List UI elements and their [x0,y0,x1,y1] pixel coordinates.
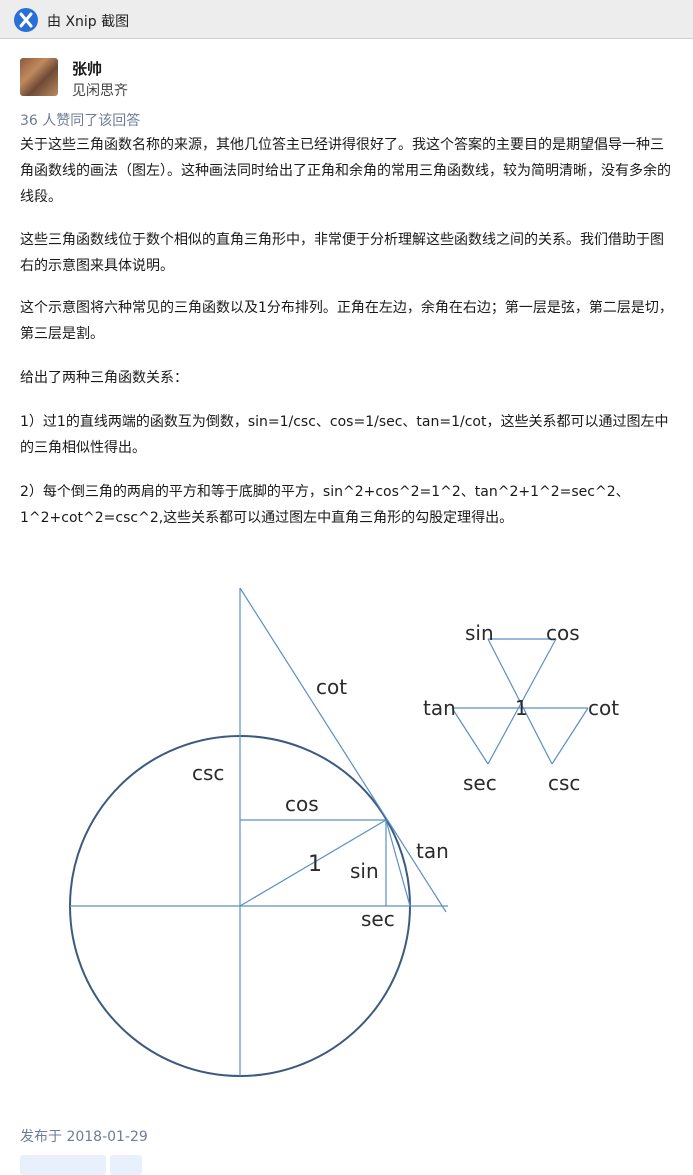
paragraph-relations-heading: 给出了两种三角函数关系： [20,370,188,386]
likes-count[interactable]: 36 人赞同了该回答 [20,110,140,130]
hex-label-cos: cos [546,621,580,645]
hex-label-cot: cot [588,696,619,720]
paragraph-reciprocal: 1）过1的直线两端的函数互为倒数，sin=1/csc、cos=1/sec、tan… [20,414,669,456]
downvote-button[interactable] [110,1155,142,1175]
author-name[interactable]: 张帅 [72,58,102,79]
avatar[interactable] [20,58,58,96]
action-bar [0,1155,693,1175]
upvote-button[interactable] [20,1155,106,1175]
hex-label-one: 1 [515,696,528,720]
tan-line [385,819,411,907]
label-one: 1 [308,852,322,877]
hex-label-tan: tan [423,696,456,720]
cot-csc-line [239,587,447,913]
window-titlebar: 由 Xnip 截图 [0,0,693,39]
publish-date[interactable]: 发布于 2018-01-29 [20,1126,148,1146]
paragraph-diagram-layout: 这个示意图将六种常见的三角函数以及1分布排列。正角在左边，余角在右边；第一层是弦… [20,300,673,342]
hex-label-csc: csc [548,771,580,795]
author-bio: 见闲思齐 [72,83,128,99]
label-cos: cos [285,792,319,816]
label-cot: cot [316,675,347,699]
label-sin: sin [350,859,379,883]
hex-label-sec: sec [463,771,497,795]
trig-lines-figure: csc cot cos 1 sin tan sec sin cos tan 1 … [69,587,619,1077]
label-csc: csc [192,761,224,785]
paragraph-similar-triangles: 这些三角函数线位于数个相似的直角三角形中，非常便于分析理解这些函数线之间的关系。… [20,232,664,274]
label-sec: sec [361,907,395,931]
label-tan: tan [416,839,449,863]
window-title: 由 Xnip 截图 [47,14,130,30]
paragraph-pythagorean: 2）每个倒三角的两肩的平方和等于底脚的平方，sin^2+cos^2=1^2、ta… [20,484,630,526]
paragraph-intro: 关于这些三角函数名称的来源，其他几位答主已经讲得很好了。我这个答案的主要目的是期… [20,137,671,205]
xnip-icon [14,8,38,32]
hex-label-sin: sin [465,621,494,645]
